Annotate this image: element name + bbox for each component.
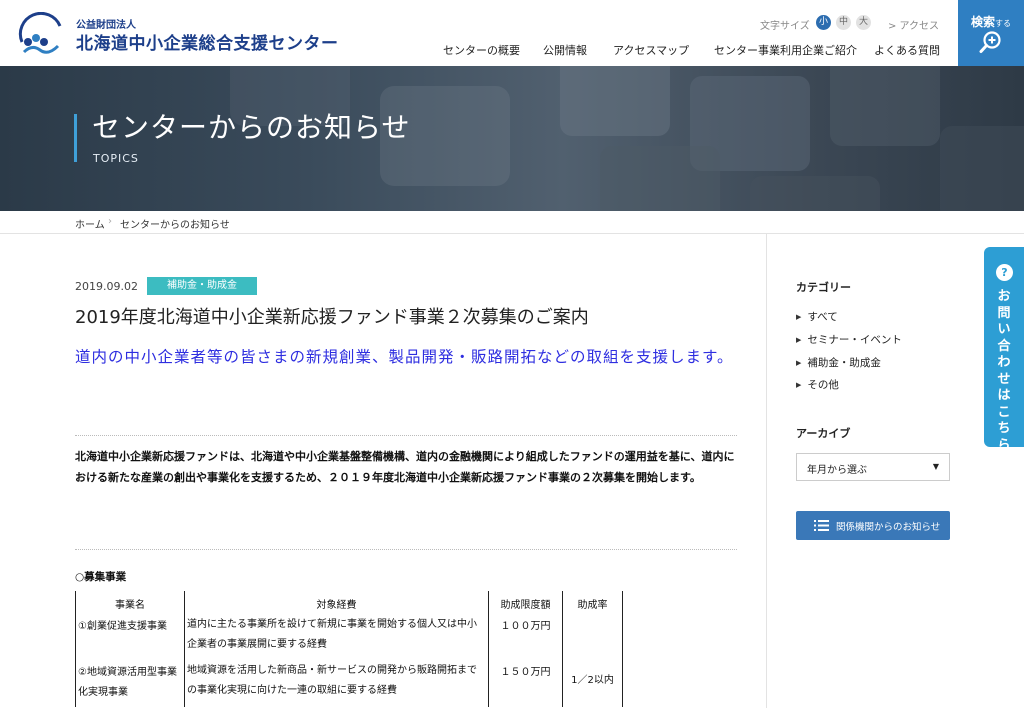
nav-faq[interactable]: よくある質問 [874, 42, 940, 58]
table-cell-limit: １００万円 [488, 615, 563, 661]
archive-select-value: 年月から選ぶ [807, 465, 867, 476]
triangle-right-icon: ▶ [796, 313, 802, 321]
nav-disclosure[interactable]: 公開情報 [543, 42, 587, 58]
table-cell-name: ①創業促進支援事業 [75, 615, 185, 661]
breadcrumb-current: センターからのお知らせ [120, 220, 230, 231]
access-link[interactable]: > アクセス [888, 17, 939, 32]
article-lead: 道内の中小企業者等の皆さまの新規創業、製品開発・販路開拓などの取組を支援します。 [75, 348, 734, 366]
font-size-large-button[interactable]: 大 [856, 15, 871, 30]
search-button[interactable]: 検索する [958, 0, 1024, 66]
sidebar-item-seminar[interactable]: ▶ セミナー・イベント [796, 332, 902, 347]
table-header-rate: 助成率 [562, 591, 623, 615]
divider [75, 435, 737, 436]
contact-tab-label: お問い合わせはこちら [997, 289, 1011, 453]
hero-accent-bar [74, 114, 77, 162]
site-header: 公益財団法人 北海道中小企業総合支援センター 文字サイズ 小 中 大 > アクセ… [0, 0, 1024, 66]
font-size-label: 文字サイズ [760, 21, 810, 32]
table-cell-limit: １５０万円 [488, 661, 563, 707]
table-header-name: 事業名 [75, 591, 185, 615]
table-header-cost: 対象経費 [184, 591, 489, 615]
category-heading: カテゴリー [796, 281, 851, 294]
nav-access-map[interactable]: アクセスマップ [613, 42, 689, 58]
contact-tab[interactable]: ? お問い合わせはこちら [984, 247, 1024, 453]
sidebar-item-all[interactable]: ▶ すべて [796, 309, 838, 324]
search-zoom-icon [979, 31, 1001, 53]
archive-heading: アーカイブ [796, 427, 851, 440]
breadcrumb-home[interactable]: ホーム [75, 216, 105, 231]
archive-select[interactable]: 年月から選ぶ ▼ [796, 453, 950, 481]
category-badge[interactable]: 補助金・助成金 [147, 277, 257, 295]
question-icon: ? [996, 264, 1013, 281]
triangle-right-icon: ▶ [796, 336, 802, 344]
related-organizations-button[interactable]: 関係機関からのお知らせ [796, 511, 950, 540]
divider [75, 549, 737, 550]
nav-overview[interactable]: センターの概要 [443, 42, 520, 58]
fund-table: 事業名 対象経費 助成限度額 助成率 ①創業促進支援事業 道内に主たる事業所を設… [75, 591, 623, 707]
sidebar-item-other[interactable]: ▶ その他 [796, 377, 839, 392]
breadcrumb: ホーム › センターからのお知らせ [0, 211, 1024, 234]
related-button-label: 関係機関からのお知らせ [836, 522, 941, 533]
table-cell-cost: 地域資源を活用した新商品・新サービスの開発から販路開拓までの事業化実現に向けた一… [184, 661, 489, 707]
breadcrumb-separator: › [108, 216, 112, 227]
article-title: 2019年度北海道中小企業新応援ファンド事業２次募集のご案内 [75, 307, 589, 328]
hero-banner: センターからのお知らせ TOPICS [0, 66, 1024, 211]
org-logo-icon[interactable] [14, 12, 66, 56]
list-icon [814, 520, 829, 531]
table-header-limit: 助成限度額 [488, 591, 563, 615]
table-cell-name: ②地域資源活用型事業化実現事業 [75, 661, 185, 707]
triangle-right-icon: ▶ [796, 359, 802, 367]
article-body: 北海道中小企業新応援ファンドは、北海道や中小企業基盤整備機構、道内の金融機関によ… [75, 450, 735, 484]
table-row: ①創業促進支援事業 道内に主たる事業所を設けて新規に事業を開始する個人又は中小企… [75, 615, 623, 707]
page-subtitle: TOPICS [93, 152, 139, 165]
sidebar-item-subsidy[interactable]: ▶ 補助金・助成金 [796, 355, 881, 370]
font-size-small-button[interactable]: 小 [816, 15, 831, 30]
article-date: 2019.09.02 [75, 280, 138, 293]
nav-user-companies[interactable]: センター事業利用企業ご紹介 [714, 42, 857, 58]
page-title: センターからのお知らせ [92, 111, 411, 144]
table-cell-rate: 1／2以内 [562, 615, 623, 707]
font-size-medium-button[interactable]: 中 [836, 15, 851, 30]
search-label: 検索する [970, 15, 1011, 29]
org-name[interactable]: 北海道中小企業総合支援センター [76, 29, 339, 54]
table-row: ②地域資源活用型事業化実現事業 地域資源を活用した新商品・新サービスの開発から販… [75, 661, 623, 707]
table-header-row: 事業名 対象経費 助成限度額 助成率 [75, 591, 623, 615]
dropdown-arrow-icon: ▼ [932, 462, 939, 471]
section-heading: ○募集事業 [75, 571, 127, 583]
triangle-right-icon: ▶ [796, 381, 802, 389]
table-cell-cost: 道内に主たる事業所を設けて新規に事業を開始する個人又は中小企業者の事業展開に要す… [184, 615, 489, 661]
